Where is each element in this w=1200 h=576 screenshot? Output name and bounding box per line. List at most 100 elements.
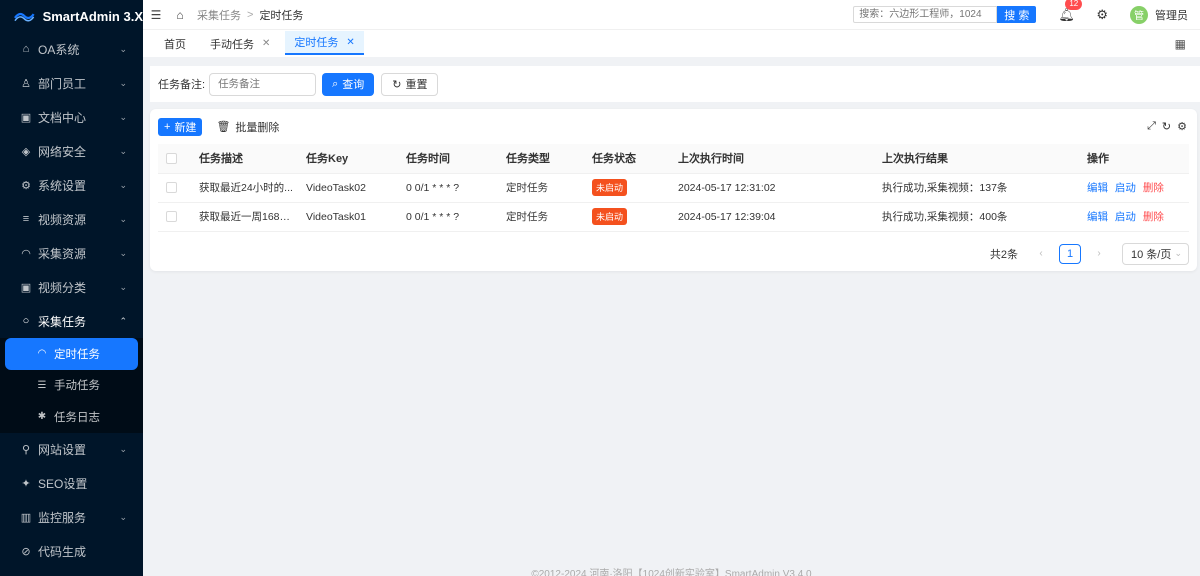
global-search-button[interactable]: 搜 索 [997, 6, 1037, 23]
breadcrumb-current: 定时任务 [259, 9, 304, 22]
chevron-down-icon: ⌄ [119, 145, 127, 156]
delete-link[interactable]: 删除 [1143, 182, 1164, 194]
task-desc: 获取最近24小时的... [191, 173, 298, 203]
chevron-down-icon: ⌄ [119, 247, 127, 258]
sidebar-item-label: 任务日志 [54, 411, 100, 424]
next-page-icon[interactable]: › [1090, 248, 1108, 259]
fullscreen-icon[interactable]: ⤢ [1147, 120, 1156, 133]
gear-icon[interactable]: ⚙ [1096, 7, 1108, 23]
sidebar-item-label: 视频分类 [38, 280, 87, 295]
home-icon[interactable]: ⌂ [173, 8, 187, 22]
tab-label: 手动任务 [210, 38, 254, 51]
sidebar-item-collect-resources[interactable]: ◠ 采集资源 ⌄ [0, 236, 143, 270]
gear-icon[interactable]: ⚙ [1177, 120, 1187, 133]
delete-link[interactable]: 删除 [1143, 211, 1164, 223]
column-header: 任务状态 [584, 144, 670, 174]
sidebar-item-manual-tasks[interactable]: ☰ 手动任务 [0, 370, 143, 402]
query-button-label: 查询 [342, 79, 365, 91]
page-tabs: 首页 手动任务 ✕ 定时任务 ✕ ▦ [143, 30, 1200, 57]
logo[interactable]: SmartAdmin 3.X [0, 0, 143, 32]
chevron-down-icon: ⌄ [119, 43, 127, 54]
task-table-card: + 新建 🗑︎ 批量删除 ⤢ ↻ ⚙ 任务描述 任务Key 任务时间 任务类型 … [150, 109, 1197, 271]
chevron-up-icon: ⌃ [119, 315, 127, 326]
sidebar-item-scheduled-tasks[interactable]: ◠ 定时任务 [5, 338, 138, 370]
menu-icon: ≡ [22, 213, 30, 225]
sidebar-item-monitor[interactable]: ▥ 监控服务 ⌄ [0, 501, 143, 535]
last-exec-time: 2024-05-17 12:31:02 [670, 173, 874, 203]
file-search-icon: ▣ [20, 111, 32, 124]
close-icon[interactable]: ✕ [346, 37, 354, 48]
tab-manual-tasks[interactable]: 手动任务 ✕ [201, 30, 279, 57]
sidebar-item-oa[interactable]: ⌂ OA系统 ⌄ [0, 32, 143, 66]
sidebar-item-label: 手动任务 [54, 380, 100, 393]
row-checkbox[interactable] [166, 211, 177, 223]
remark-input[interactable] [209, 72, 317, 96]
sidebar-item-settings[interactable]: ⚙ 系统设置 ⌄ [0, 168, 143, 202]
edit-link[interactable]: 编辑 [1087, 211, 1108, 223]
sidebar-item-seo[interactable]: ✦ SEO设置 [0, 467, 143, 501]
select-all-checkbox[interactable] [166, 152, 177, 164]
close-icon[interactable]: ✕ [262, 38, 270, 49]
page-number[interactable]: 1 [1059, 243, 1081, 264]
sidebar-item-video-resources[interactable]: ≡ 视频资源 ⌄ [0, 202, 143, 236]
page-size-select[interactable]: 10 条/页 ⌄ [1122, 242, 1189, 265]
prev-page-icon[interactable]: ‹ [1032, 248, 1050, 259]
sidebar-item-site-settings[interactable]: ⚲ 网站设置 ⌄ [0, 433, 143, 467]
notification-bell[interactable]: 🔔︎ 12 [1058, 0, 1083, 23]
new-task-label: 新建 [174, 121, 197, 134]
sidebar-item-label: OA系统 [38, 42, 80, 57]
actions-cell: 编辑 启动 删除 [1079, 173, 1189, 203]
sidebar: SmartAdmin 3.X ⌂ OA系统 ⌄ ♙ 部门员工 ⌄ ▣ 文档中心 … [0, 0, 143, 576]
remark-label: 任务备注: [158, 79, 206, 91]
total-count: 共2条 [989, 248, 1018, 261]
task-type: 定时任务 [498, 202, 584, 232]
sidebar-item-video-category[interactable]: ▣ 视频分类 ⌄ [0, 270, 143, 304]
task-desc: 获取最近一周168小... [191, 202, 298, 232]
sidebar-item-task-log[interactable]: ✱ 任务日志 [0, 401, 143, 433]
sidebar-item-docs[interactable]: ▣ 文档中心 ⌄ [0, 100, 143, 134]
notification-badge: 12 [1065, 0, 1083, 10]
task-key: VideoTask02 [298, 173, 398, 203]
task-type: 定时任务 [498, 173, 584, 203]
appstore-icon[interactable]: ▦ [1175, 37, 1186, 51]
select-all-cell [158, 144, 191, 174]
batch-delete-button[interactable]: 🗑︎ 批量删除 [216, 119, 279, 135]
page-size-value: 10 条/页 [1131, 248, 1172, 261]
chevron-down-icon: ⌄ [119, 77, 127, 88]
sidebar-item-codegen[interactable]: ⊘ 代码生成 [0, 535, 143, 569]
query-button[interactable]: ⌕ 查询 [322, 72, 375, 96]
username[interactable]: 管理员 [1155, 7, 1188, 23]
setting-icon: ⚙ [21, 179, 31, 192]
task-cron: 0 0/1 * * * ? [398, 202, 498, 232]
sidebar-item-label: 部门员工 [38, 76, 87, 91]
start-link[interactable]: 启动 [1115, 211, 1136, 223]
tab-home[interactable]: 首页 [155, 30, 195, 57]
tab-scheduled-tasks[interactable]: 定时任务 ✕ [285, 31, 364, 55]
breadcrumb-parent[interactable]: 采集任务 [197, 7, 241, 23]
edit-link[interactable]: 编辑 [1087, 182, 1108, 194]
new-task-button[interactable]: + 新建 [158, 117, 203, 136]
chevron-down-icon: ⌄ [119, 512, 127, 522]
column-header: 任务时间 [398, 144, 498, 174]
column-header: 上次执行结果 [874, 144, 1079, 174]
avatar[interactable]: 管 [1130, 5, 1148, 24]
sidebar-item-label: 定时任务 [54, 348, 100, 361]
row-checkbox[interactable] [166, 182, 177, 194]
chevron-down-icon: ⌄ [119, 281, 127, 292]
menu-fold-icon[interactable]: ☰ [149, 8, 163, 22]
row-select-cell [158, 202, 191, 232]
user-icon: ♙ [21, 77, 31, 90]
top-header: ☰ ⌂ 采集任务 > 定时任务 搜 索 🔔︎ 12 ⚙ 管 管理员 [143, 0, 1200, 30]
sidebar-item-department[interactable]: ♙ 部门员工 ⌄ [0, 66, 143, 100]
sidebar-item-security[interactable]: ◈ 网络安全 ⌄ [0, 134, 143, 168]
reset-button[interactable]: ↻ 重置 [381, 72, 439, 96]
sidebar-item-label: SEO设置 [38, 477, 88, 491]
status-cell: 未启动 [584, 202, 670, 232]
sidebar-item-collect-tasks[interactable]: ○ 采集任务 ⌃ [0, 304, 143, 338]
start-link[interactable]: 启动 [1115, 182, 1136, 194]
global-search-input[interactable] [853, 6, 998, 23]
dashboard-icon: ◠ [21, 247, 31, 260]
pushpin-icon: ⚲ [21, 444, 31, 456]
reload-icon[interactable]: ↻ [1162, 120, 1171, 133]
status-badge: 未启动 [592, 179, 628, 196]
